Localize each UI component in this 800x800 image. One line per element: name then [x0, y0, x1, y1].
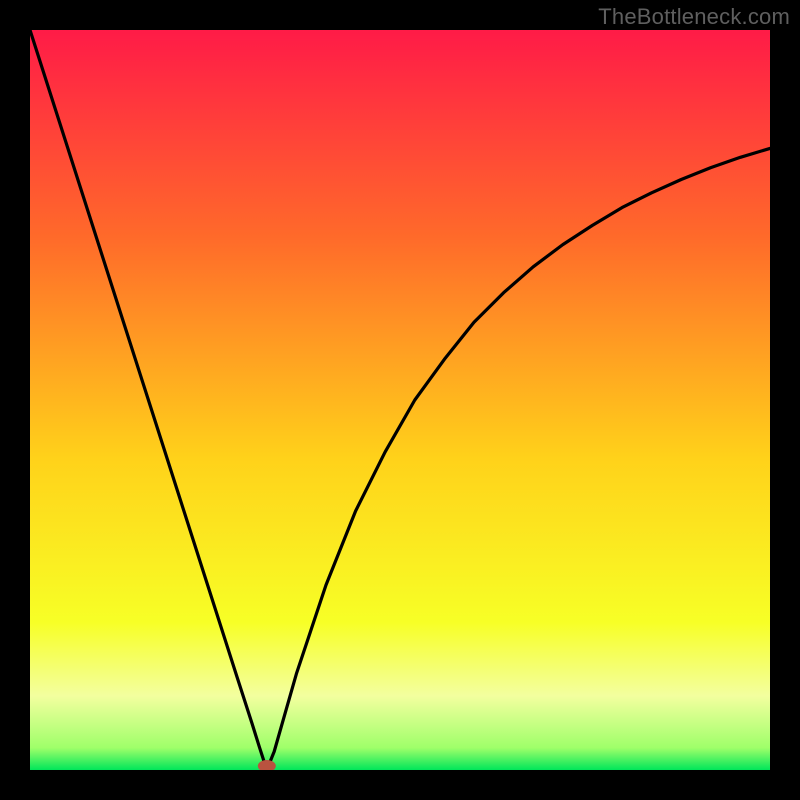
- bottleneck-chart: [30, 30, 770, 770]
- chart-frame: TheBottleneck.com: [0, 0, 800, 800]
- gradient-background: [30, 30, 770, 770]
- watermark-text: TheBottleneck.com: [598, 4, 790, 30]
